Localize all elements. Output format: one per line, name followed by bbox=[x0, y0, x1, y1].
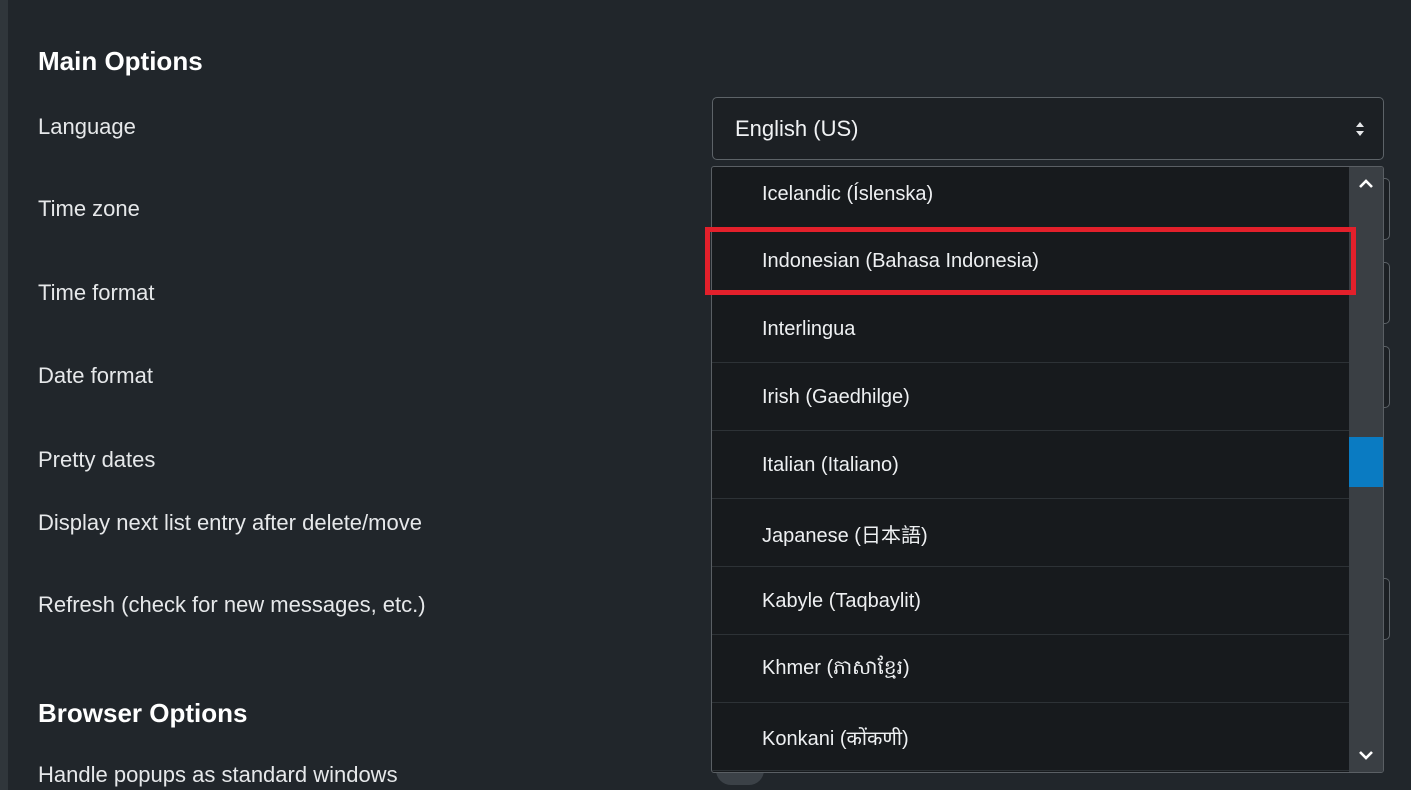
language-label: Language bbox=[38, 114, 136, 139]
refresh-label: Refresh (check for new messages, etc.) bbox=[38, 592, 426, 617]
pretty-dates-label: Pretty dates bbox=[38, 447, 156, 472]
chevron-up-icon[interactable] bbox=[1349, 167, 1383, 201]
language-option[interactable]: Interlingua bbox=[712, 296, 1351, 363]
display-next-entry-label: Display next list entry after delete/mov… bbox=[38, 510, 422, 535]
main-options-heading: Main Options bbox=[38, 46, 203, 76]
language-select-value: English (US) bbox=[735, 115, 859, 141]
language-select[interactable]: English (US) bbox=[712, 97, 1384, 160]
language-option[interactable]: Konkani (कोंकणी) bbox=[712, 704, 1351, 771]
language-option[interactable]: Japanese (日本語) bbox=[712, 500, 1351, 567]
dropdown-scrollbar[interactable] bbox=[1349, 167, 1383, 772]
language-option[interactable]: Icelandic (Íslenska) bbox=[712, 167, 1351, 228]
time-format-label: Time format bbox=[38, 280, 155, 305]
language-option[interactable]: Khmer (ភាសាខ្មែរ) bbox=[712, 636, 1351, 703]
language-option-highlighted[interactable]: Indonesian (Bahasa Indonesia) bbox=[712, 228, 1351, 295]
time-zone-label: Time zone bbox=[38, 196, 140, 221]
chevron-down-icon[interactable] bbox=[1349, 738, 1383, 772]
date-format-label: Date format bbox=[38, 363, 153, 388]
language-option[interactable]: Kabyle (Taqbaylit) bbox=[712, 568, 1351, 635]
language-option[interactable]: Italian (Italiano) bbox=[712, 432, 1351, 499]
left-edge-divider bbox=[0, 0, 8, 790]
language-dropdown[interactable]: Icelandic (Íslenska) Indonesian (Bahasa … bbox=[711, 166, 1384, 773]
scrollbar-thumb[interactable] bbox=[1349, 437, 1383, 487]
language-option[interactable]: Irish (Gaedhilge) bbox=[712, 364, 1351, 431]
sort-caret-icon bbox=[1356, 122, 1364, 136]
handle-popups-label: Handle popups as standard windows bbox=[38, 762, 398, 787]
browser-options-heading: Browser Options bbox=[38, 698, 248, 728]
